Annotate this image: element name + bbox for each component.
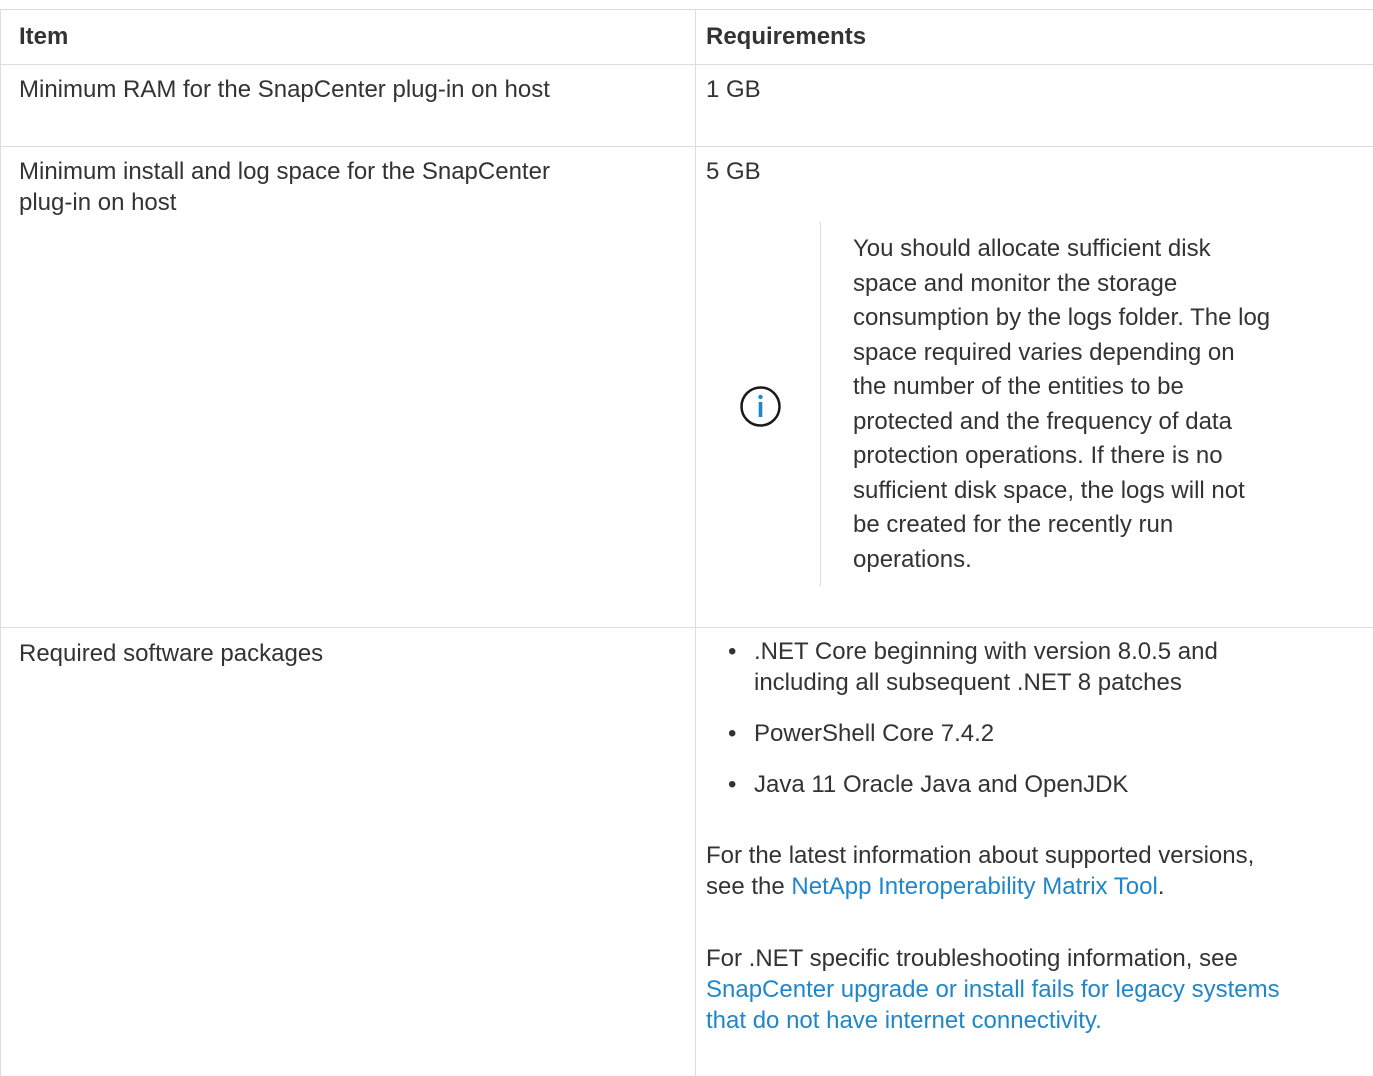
troubleshooting-paragraph: For .NET specific troubleshooting inform…: [706, 943, 1366, 1036]
note-divider: [820, 222, 821, 586]
note-line: protected and the frequency of data: [853, 407, 1232, 435]
bullet: •: [728, 771, 737, 798]
package-line: PowerShell Core 7.4.2: [754, 720, 995, 747]
row2-item: Minimum install and log space for the Sn…: [19, 156, 679, 218]
software-packages-list: • .NET Core beginning with version 8.0.5…: [706, 636, 1356, 820]
note-line: operations.: [853, 545, 972, 573]
versions-paragraph: For the latest information about support…: [706, 840, 1366, 902]
note-line: space required varies depending on: [853, 338, 1235, 366]
note-line: protection operations. If there is no: [853, 442, 1223, 469]
info-icon: [738, 384, 783, 429]
note-line: the number of the entities to be: [853, 373, 1184, 400]
package-line: .NET Core beginning with version 8.0.5 a…: [754, 638, 1218, 665]
list-item: • PowerShell Core 7.4.2: [706, 718, 1356, 749]
note-line: You should allocate sufficient disk: [853, 235, 1211, 262]
interoperability-matrix-link[interactable]: NetApp Interoperability Matrix Tool: [791, 873, 1157, 900]
package-line: Java 11 Oracle Java and OpenJDK: [754, 771, 1129, 798]
table-left-border: [0, 9, 1, 1076]
note-line: sufficient disk space, the logs will not: [853, 476, 1245, 504]
note-line: consumption by the logs folder. The log: [853, 304, 1271, 331]
package-line: including all subsequent .NET 8 patches: [754, 669, 1182, 696]
troubleshooting-link-line1: SnapCenter upgrade or install fails for …: [706, 976, 1280, 1003]
troubleshooting-link[interactable]: SnapCenter upgrade or install fails for …: [706, 974, 1366, 1036]
versions-prefix: see the: [706, 873, 792, 900]
troubleshooting-link-line2: that do not have internet connectivity.: [706, 1007, 1102, 1034]
row2-bottom-border: [0, 627, 1373, 628]
row3-item: Required software packages: [19, 640, 324, 667]
note-line: be created for the recently run: [853, 511, 1174, 538]
column-divider: [695, 9, 696, 1076]
list-item: • .NET Core beginning with version 8.0.5…: [706, 636, 1356, 698]
versions-suffix: .: [1157, 873, 1165, 900]
troubleshooting-line1: For .NET specific troubleshooting inform…: [706, 945, 1238, 972]
storage-note: You should allocate sufficient disk spac…: [853, 232, 1353, 577]
versions-line1: For the latest information about support…: [706, 842, 1255, 869]
row2-item-line1: Minimum install and log space for the Sn…: [19, 158, 550, 185]
header-requirements: Requirements: [706, 23, 867, 50]
list-item: • Java 11 Oracle Java and OpenJDK: [706, 769, 1356, 800]
header-bottom-border: [0, 64, 1373, 65]
versions-line2: see the NetApp Interoperability Matrix T…: [706, 871, 1366, 902]
row1-requirement: 1 GB: [706, 76, 761, 103]
requirements-table: Item Requirements Minimum RAM for the Sn…: [0, 0, 1373, 1076]
header-item: Item: [19, 23, 69, 50]
note-line: space and monitor the storage: [853, 269, 1178, 297]
bullet: •: [728, 638, 737, 665]
row1-item: Minimum RAM for the SnapCenter plug-in o…: [19, 76, 550, 103]
row2-requirement: 5 GB: [706, 158, 761, 185]
row2-item-line2: plug-in on host: [19, 189, 177, 216]
table-top-border: [0, 9, 1373, 10]
row1-bottom-border: [0, 146, 1373, 147]
bullet: •: [728, 720, 737, 747]
